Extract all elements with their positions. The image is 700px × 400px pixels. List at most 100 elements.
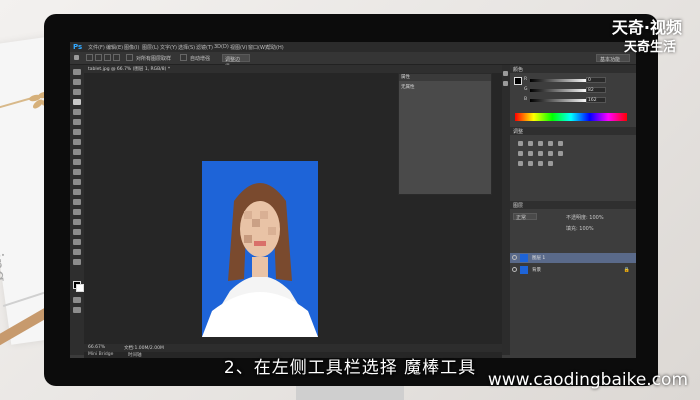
layers-panel-title[interactable]: 图层	[513, 202, 523, 209]
properties-panel-title: 属性	[399, 74, 491, 81]
quick-mask-icon[interactable]	[73, 297, 81, 303]
type-tool-icon[interactable]	[73, 219, 81, 225]
channel-b-value[interactable]: 162	[586, 97, 606, 103]
adjustments-panel-header: 调整	[510, 127, 636, 135]
menu-type[interactable]: 文字(Y)	[160, 44, 177, 51]
stamp-tool-icon[interactable]	[73, 149, 81, 155]
exposure-icon[interactable]	[548, 141, 553, 146]
layer-thumbnail	[520, 266, 528, 274]
pen-tool-icon[interactable]	[73, 209, 81, 215]
menu-filter[interactable]: 滤镜(T)	[196, 44, 213, 51]
color-spectrum[interactable]	[515, 113, 627, 121]
intersect-selection-icon[interactable]	[113, 54, 120, 61]
levels-icon[interactable]	[528, 141, 533, 146]
auto-enhance-label: 自动增强	[190, 56, 211, 62]
subtract-selection-icon[interactable]	[104, 54, 111, 61]
history-icon[interactable]	[503, 71, 508, 76]
history-brush-tool-icon[interactable]	[73, 159, 81, 165]
healing-tool-icon[interactable]	[73, 129, 81, 135]
workspace-select[interactable]: 基本功能	[596, 54, 630, 63]
properties-panel: 属性 无属性	[398, 73, 492, 195]
opacity-label[interactable]: 不透明度: 100%	[566, 214, 604, 221]
channel-g-value[interactable]: 82	[586, 87, 606, 93]
magic-wand-tool-icon[interactable]	[73, 99, 81, 105]
adjustments-panel-title[interactable]: 调整	[513, 128, 523, 135]
zoom-level[interactable]: 66.67%	[88, 345, 105, 350]
brightness-icon[interactable]	[518, 141, 523, 146]
blend-mode-select[interactable]: 正常	[513, 213, 537, 221]
document-tab[interactable]: tablet.jpg @ 66.7% (图层 1, RGB/8) *	[84, 65, 502, 73]
channel-g-label: G	[524, 87, 528, 92]
menu-layer[interactable]: 图层(L)	[142, 44, 159, 51]
zoom-tool-icon[interactable]	[73, 259, 81, 265]
black-white-icon[interactable]	[538, 151, 543, 156]
photo-filter-icon[interactable]	[548, 151, 553, 156]
new-selection-icon[interactable]	[86, 54, 93, 61]
menu-file[interactable]: 文件(F)	[88, 44, 105, 51]
path-select-tool-icon[interactable]	[73, 229, 81, 235]
menu-help[interactable]: 帮助(H)	[266, 44, 284, 51]
channel-b-label: B	[524, 97, 528, 102]
monitor-stand	[296, 386, 404, 400]
color-panel-title[interactable]: 颜色	[513, 66, 523, 73]
vibrance-icon[interactable]	[558, 141, 563, 146]
layer-row-background[interactable]: 背景 🔒	[510, 265, 636, 275]
color-balance-icon[interactable]	[528, 151, 533, 156]
menu-3d[interactable]: 3D(D)	[214, 44, 229, 50]
channel-r-value[interactable]: 0	[586, 77, 606, 83]
blur-tool-icon[interactable]	[73, 189, 81, 195]
fill-label[interactable]: 填充: 100%	[566, 225, 594, 232]
channel-r-slider[interactable]	[530, 79, 588, 82]
lasso-tool-icon[interactable]	[73, 89, 81, 95]
invert-icon[interactable]	[518, 161, 523, 166]
status-bar: 66.67% 文档:1.00M/2.00M	[84, 344, 502, 352]
eye-icon[interactable]	[512, 255, 517, 260]
hand-tool-icon[interactable]	[73, 249, 81, 255]
watermark-logo: 天奇·视频	[612, 20, 682, 36]
menu-select[interactable]: 选择(S)	[178, 44, 195, 51]
menu-window[interactable]: 窗口(W)	[248, 44, 267, 51]
layers-panel-header: 图层	[510, 201, 636, 209]
properties-icon[interactable]	[503, 81, 508, 86]
channel-mixer-icon[interactable]	[558, 151, 563, 156]
layer-row-1[interactable]: 图层 1	[510, 253, 636, 263]
brush-tool-icon[interactable]	[73, 139, 81, 145]
channel-g-slider[interactable]	[530, 89, 588, 92]
crop-tool-icon[interactable]	[73, 109, 81, 115]
watermark-sub: 天奇生活	[624, 36, 676, 55]
posterize-icon[interactable]	[528, 161, 533, 166]
menu-edit[interactable]: 编辑(E)	[106, 44, 123, 51]
threshold-icon[interactable]	[538, 161, 543, 166]
layer-thumbnail	[520, 254, 528, 262]
screen-mode-icon[interactable]	[73, 307, 81, 313]
menu-image[interactable]: 图像(I)	[124, 44, 139, 51]
channel-r-label: R	[524, 77, 528, 82]
background-color-swatch[interactable]	[76, 284, 84, 292]
refine-edge-button[interactable]: 调整边缘...	[222, 54, 250, 70]
eraser-tool-icon[interactable]	[73, 169, 81, 175]
photoshop-window: Ps 文件(F) 编辑(E) 图像(I) 图层(L) 文字(Y) 选择(S) 滤…	[70, 42, 636, 358]
gradient-tool-icon[interactable]	[73, 179, 81, 185]
sample-all-layers-checkbox[interactable]	[126, 54, 133, 61]
move-tool-icon[interactable]	[73, 69, 81, 75]
add-selection-icon[interactable]	[95, 54, 102, 61]
document-size: 文档:1.00M/2.00M	[124, 346, 164, 351]
background-paper-text: text blurring be blurring produce	[0, 206, 11, 284]
magic-wand-icon[interactable]	[74, 55, 79, 60]
menu-view[interactable]: 视图(V)	[230, 44, 247, 51]
curves-icon[interactable]	[538, 141, 543, 146]
eyedropper-tool-icon[interactable]	[73, 119, 81, 125]
eye-icon[interactable]	[512, 267, 517, 272]
channel-b-slider[interactable]	[530, 99, 588, 102]
dodge-tool-icon[interactable]	[73, 199, 81, 205]
shape-tool-icon[interactable]	[73, 239, 81, 245]
layer-name: 图层 1	[532, 256, 546, 261]
hue-saturation-icon[interactable]	[518, 151, 523, 156]
color-panel-header: 颜色	[510, 65, 636, 73]
gradient-map-icon[interactable]	[548, 161, 553, 166]
color-panel-foreground-swatch[interactable]	[514, 77, 522, 85]
layer-name: 背景	[532, 268, 541, 273]
auto-enhance-checkbox[interactable]	[180, 54, 187, 61]
marquee-tool-icon[interactable]	[73, 79, 81, 85]
options-bar: 对所有图层取样 自动增强 调整边缘... 基本功能	[70, 52, 636, 70]
